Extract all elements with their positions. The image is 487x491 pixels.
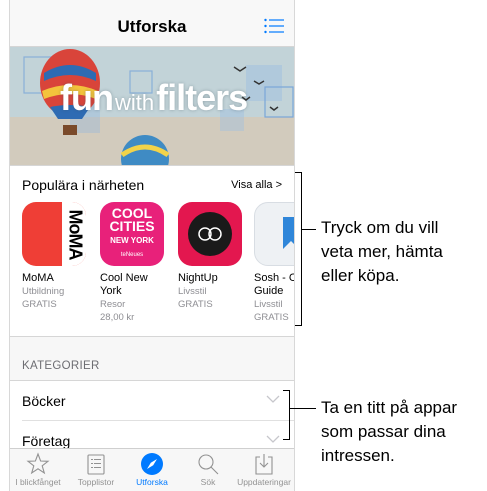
see-all-link[interactable]: Visa alla > [231, 179, 282, 191]
phone-screen: Utforska funwithfilters Populära i närhe… [9, 0, 295, 491]
app-price: GRATIS [178, 299, 213, 310]
banner-word-filters: filters [156, 77, 248, 118]
app-price: 28,00 kr [100, 312, 135, 323]
callout-categories-text: Ta en titt på appar som passar dina intr… [321, 396, 457, 468]
nightup-logo-icon [188, 212, 232, 256]
app-card-nightup[interactable]: NightUp Livsstil GRATIS [178, 202, 248, 311]
callout-line: eller köpa. [321, 266, 400, 285]
app-name: MoMA [22, 272, 54, 284]
nightup-app-icon [178, 202, 242, 266]
categories-header: KATEGORIER [22, 360, 100, 372]
banner-headline: funwithfilters [60, 77, 248, 119]
moma-app-icon: MoMA [22, 202, 86, 266]
star-icon [26, 452, 50, 475]
app-name: Cool New York [100, 272, 148, 297]
tab-label: Utforska [136, 477, 168, 487]
category-row-books[interactable]: Böcker [10, 381, 294, 421]
section-title: Populära i närheten [22, 177, 145, 193]
search-icon [198, 454, 219, 475]
tab-label: Uppdateringar [237, 477, 291, 487]
tab-search[interactable]: Sök [178, 452, 238, 487]
banner-word-fun: fun [60, 77, 114, 118]
categories-list: Böcker Företag [10, 380, 294, 452]
tab-updates[interactable]: Uppdateringar [234, 452, 294, 487]
page-title: Utforska [117, 17, 187, 36]
callout-popular-text: Tryck om du vill veta mer, hämta eller k… [321, 216, 443, 288]
tab-label: I blickfånget [15, 477, 61, 487]
download-icon [255, 454, 273, 475]
category-label: Böcker [22, 393, 66, 409]
app-name: NightUp [178, 272, 218, 284]
callout-leader-line [290, 408, 316, 409]
tab-label: Topplistor [77, 477, 115, 487]
chevron-down-icon [266, 395, 280, 403]
app-card-cool-new-york[interactable]: COOL CITIES NEW YORK teNeues Cool New Yo… [100, 202, 170, 324]
tab-label: Sök [200, 477, 216, 487]
icon-text-publisher: teNeues [120, 252, 144, 258]
callout-bracket-categories [283, 390, 290, 440]
compass-icon [141, 453, 163, 475]
list-icon[interactable] [264, 18, 284, 34]
app-price: GRATIS [22, 299, 57, 310]
navigation-bar: Utforska [10, 0, 294, 47]
popular-nearby-section: Populära i närheten Visa alla > MoMA MoM… [10, 165, 294, 337]
cool-cities-app-icon: COOL CITIES NEW YORK teNeues [100, 202, 164, 266]
banner-word-with: with [114, 90, 155, 115]
callout-line: intressen. [321, 446, 395, 465]
app-category: Utbildning [22, 286, 65, 297]
icon-text-new-york: NEW YORK [110, 236, 154, 245]
callout-line: Ta en titt på appar [321, 398, 458, 417]
app-price: GRATIS [254, 312, 289, 323]
callout-line: Tryck om du vill [321, 218, 439, 237]
sosh-app-icon [254, 202, 294, 266]
featured-banner[interactable]: funwithfilters [10, 47, 294, 165]
app-category: Livsstil [254, 299, 283, 310]
app-card-moma[interactable]: MoMA MoMA Utbildning GRATIS [22, 202, 92, 311]
chevron-down-icon [266, 435, 280, 443]
callout-line: veta mer, hämta [321, 242, 443, 261]
list-icon [87, 454, 105, 475]
moma-icon-text: MoMA [65, 209, 86, 260]
callout-line: som passar dina [321, 422, 446, 441]
tab-featured[interactable]: I blickfånget [10, 452, 68, 487]
tab-top-charts[interactable]: Topplistor [66, 452, 126, 487]
callout-bracket-popular [295, 172, 302, 326]
tab-explore[interactable]: Utforska [122, 452, 182, 487]
icon-text-cities: CITIES [109, 218, 155, 234]
app-card-sosh[interactable]: Sosh - C Guide Livsstil GRATIS [254, 202, 295, 324]
app-category: Resor [100, 299, 126, 310]
app-category: Livsstil [178, 286, 207, 297]
bookmark-icon [283, 217, 294, 249]
tab-bar: I blickfånget Topplistor Utforska Sök Up… [10, 448, 294, 491]
app-name: Sosh - C Guide [254, 272, 295, 297]
category-label: Företag [22, 433, 71, 449]
callout-leader-line [302, 229, 316, 230]
